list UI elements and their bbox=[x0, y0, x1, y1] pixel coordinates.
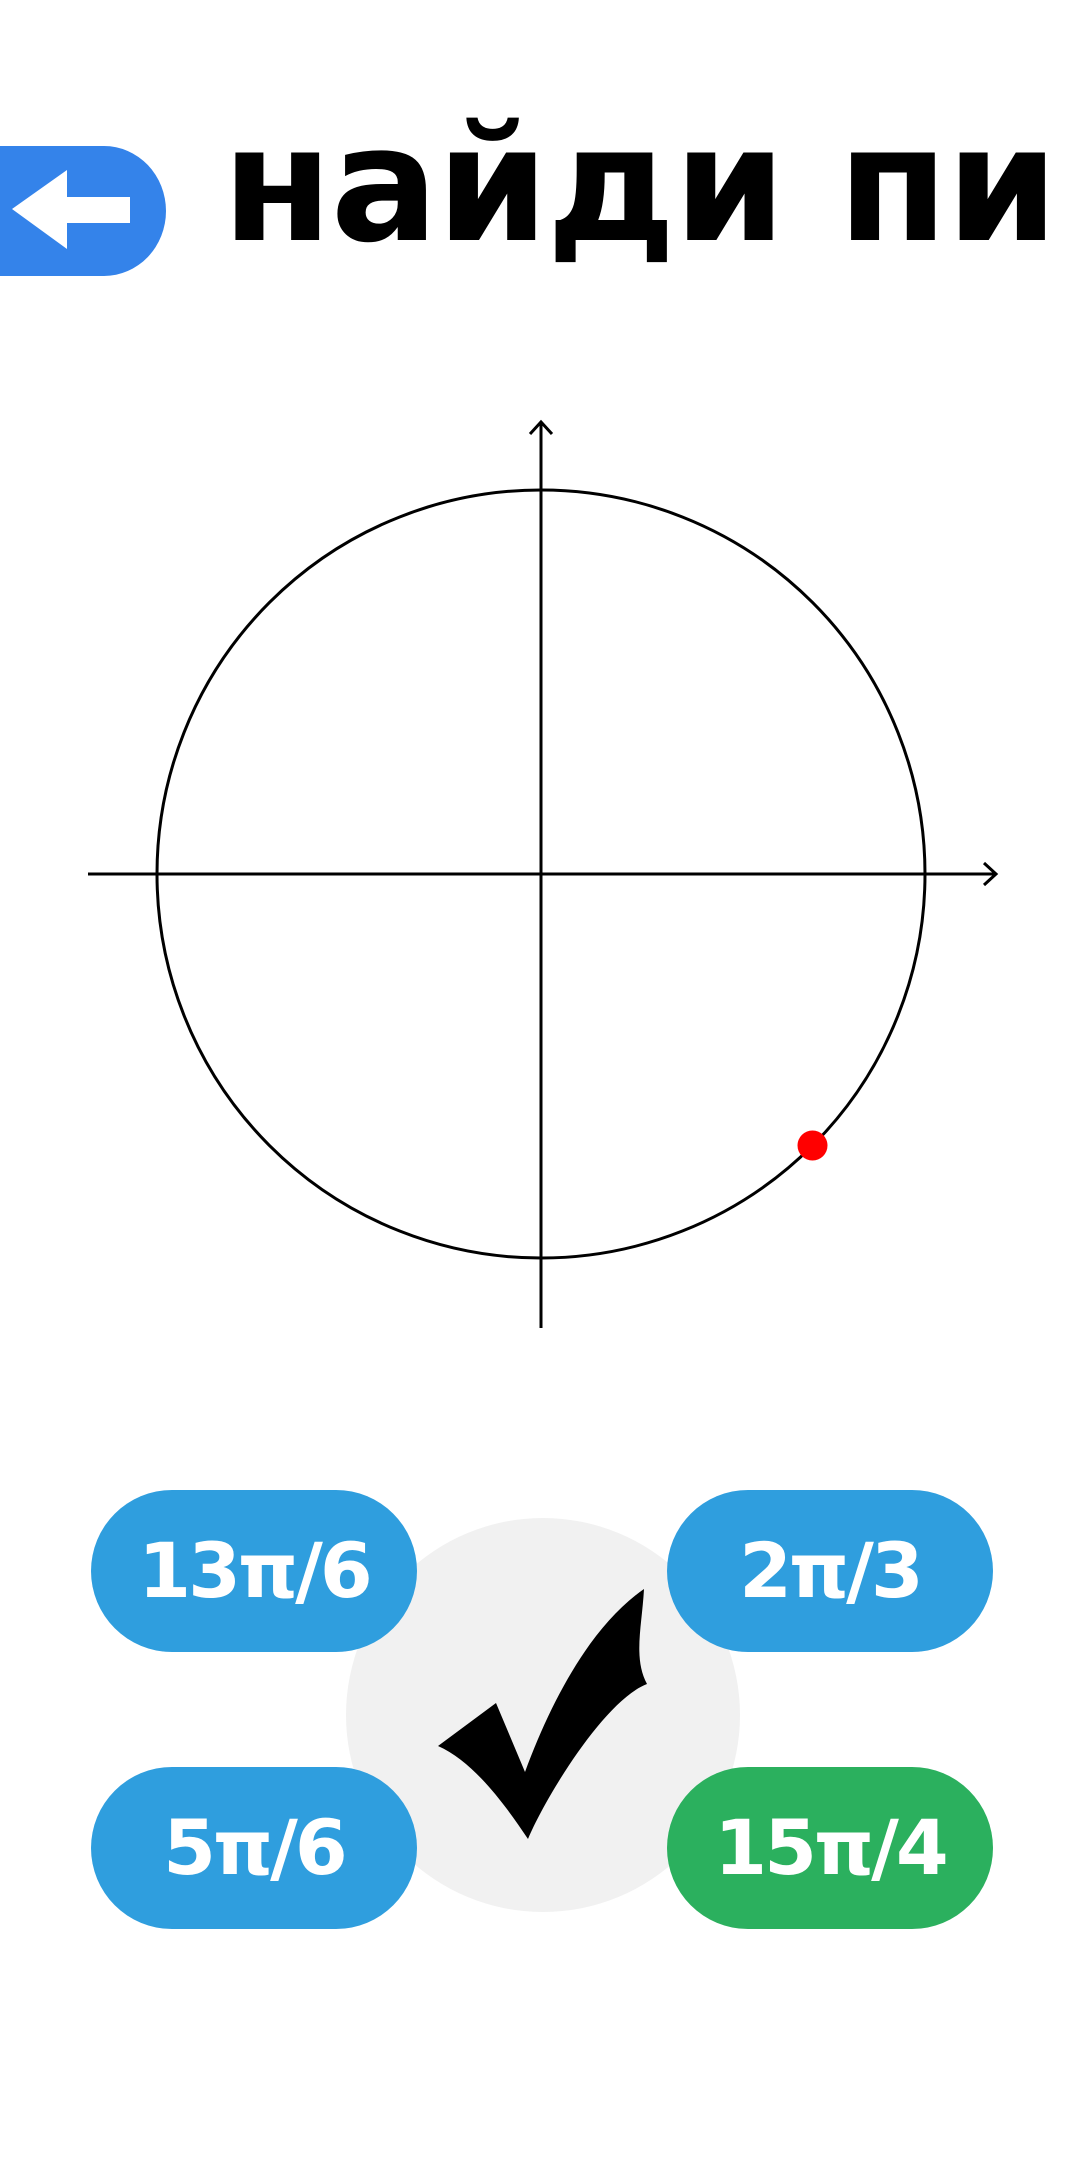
answer-label: 13π/6 bbox=[138, 1526, 373, 1615]
game-screen: найди пи 13π/6 2π/3 5π/6 15π/4 bbox=[0, 0, 1080, 2160]
answer-label: 5π/6 bbox=[163, 1803, 348, 1892]
answer-label: 15π/4 bbox=[714, 1803, 949, 1892]
answer-option-1[interactable]: 13π/6 bbox=[91, 1490, 417, 1652]
arrow-left-icon bbox=[0, 146, 166, 276]
page-title: найди пи bbox=[222, 91, 1058, 278]
angle-point bbox=[797, 1130, 828, 1161]
answer-label: 2π/3 bbox=[739, 1526, 924, 1615]
answer-option-2[interactable]: 2π/3 bbox=[667, 1490, 993, 1652]
confirm-button[interactable] bbox=[400, 1560, 680, 1860]
checkmark-icon bbox=[438, 1589, 647, 1839]
answer-option-4[interactable]: 15π/4 bbox=[667, 1767, 993, 1929]
unit-circle[interactable] bbox=[0, 400, 1080, 1360]
answer-option-3[interactable]: 5π/6 bbox=[91, 1767, 417, 1929]
back-button[interactable] bbox=[0, 146, 166, 276]
